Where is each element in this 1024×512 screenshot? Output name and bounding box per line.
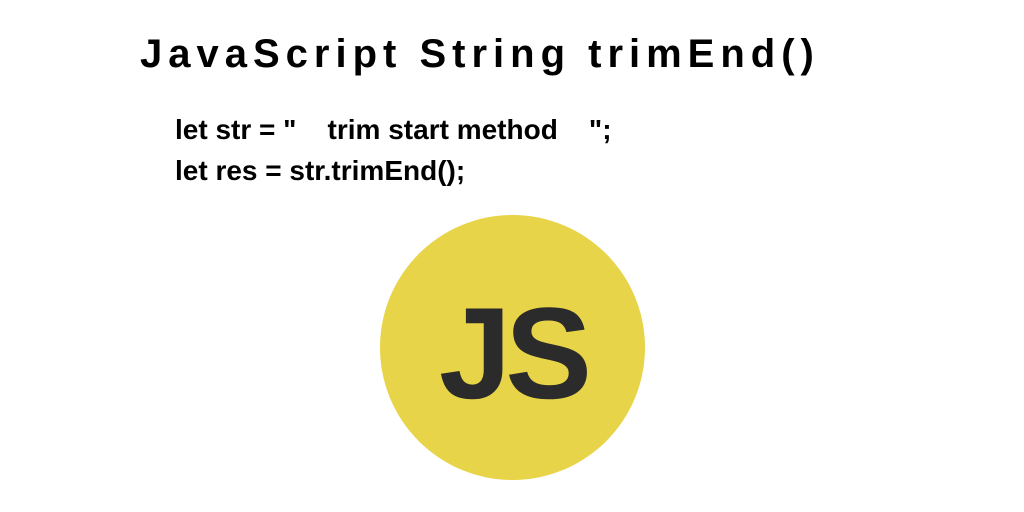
code-line-2: let res = str.trimEnd(); — [175, 155, 465, 186]
page-title: JavaScript String trimEnd() — [140, 32, 820, 77]
js-logo-badge: JS — [380, 215, 645, 480]
code-snippet: let str = " trim start method "; let res… — [175, 110, 612, 191]
code-line-1: let str = " trim start method "; — [175, 114, 612, 145]
js-logo-text: JS — [439, 278, 586, 428]
